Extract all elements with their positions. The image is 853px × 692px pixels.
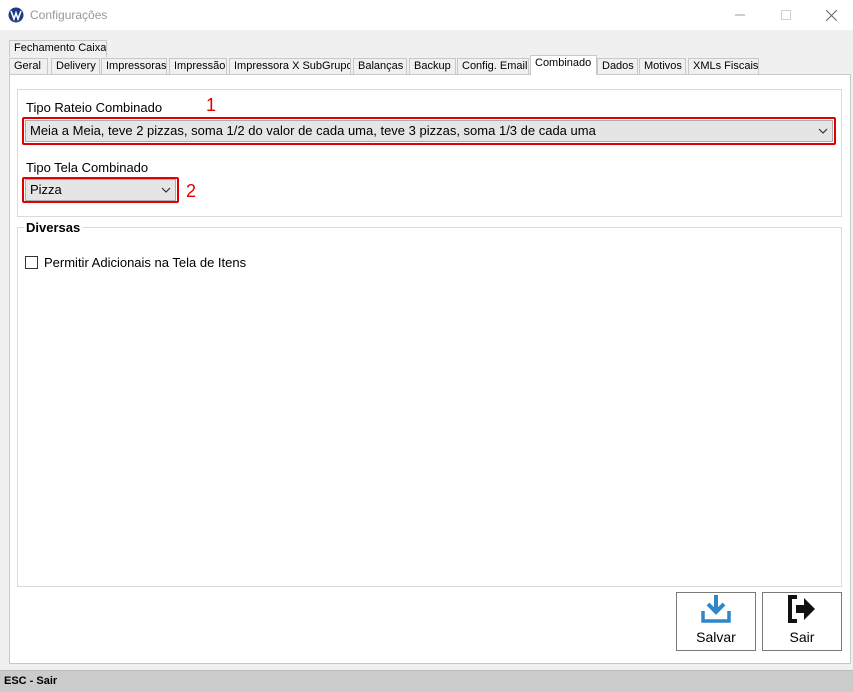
tab-fechamento-caixa[interactable]: Fechamento Caixa bbox=[9, 40, 107, 57]
tab-delivery[interactable]: Delivery bbox=[51, 58, 100, 75]
title-bar: Configurações bbox=[0, 0, 853, 30]
rateio-label: Tipo Rateio Combinado bbox=[26, 100, 163, 115]
tab-config-email[interactable]: Config. Email bbox=[457, 58, 529, 75]
tela-label: Tipo Tela Combinado bbox=[26, 160, 149, 175]
app-logo-icon bbox=[8, 7, 24, 23]
tab-xmls-fiscais[interactable]: XMLs Fiscais bbox=[688, 58, 759, 75]
close-button[interactable] bbox=[808, 0, 853, 30]
salvar-button[interactable]: Salvar bbox=[676, 592, 756, 651]
permitir-adicionais-label[interactable]: Permitir Adicionais na Tela de Itens bbox=[44, 255, 246, 270]
tab-dados[interactable]: Dados bbox=[597, 58, 638, 75]
download-icon bbox=[701, 595, 731, 623]
tab-backup[interactable]: Backup bbox=[409, 58, 456, 75]
tab-balancas[interactable]: Balanças bbox=[353, 58, 407, 75]
marker-2: 2 bbox=[186, 181, 197, 201]
marker-1: 1 bbox=[206, 95, 217, 115]
maximize-icon bbox=[781, 10, 791, 20]
maximize-button[interactable] bbox=[763, 0, 809, 30]
sair-label: Sair bbox=[789, 629, 815, 645]
highlight-box-1 bbox=[22, 117, 836, 145]
status-bar: ESC - Sair bbox=[0, 670, 853, 692]
diversas-group bbox=[17, 227, 842, 587]
close-icon bbox=[825, 9, 837, 21]
tab-geral[interactable]: Geral bbox=[9, 58, 48, 75]
sair-button[interactable]: Sair bbox=[762, 592, 842, 651]
permitir-adicionais-checkbox[interactable] bbox=[25, 256, 38, 269]
minimize-icon bbox=[735, 14, 745, 16]
tab-combinado[interactable]: Combinado bbox=[530, 55, 597, 75]
minimize-button[interactable] bbox=[717, 0, 763, 30]
tab-impressora-subgrupo[interactable]: Impressora X SubGrupo bbox=[229, 58, 351, 75]
window-title: Configurações bbox=[30, 8, 108, 22]
tab-impressao[interactable]: Impressão bbox=[169, 58, 227, 75]
exit-arrow-icon bbox=[788, 595, 815, 623]
salvar-label: Salvar bbox=[696, 629, 736, 645]
highlight-box-2 bbox=[22, 177, 179, 203]
diversas-title: Diversas bbox=[24, 220, 83, 235]
tab-motivos[interactable]: Motivos bbox=[639, 58, 686, 75]
tab-impressoras[interactable]: Impressoras bbox=[101, 58, 167, 75]
